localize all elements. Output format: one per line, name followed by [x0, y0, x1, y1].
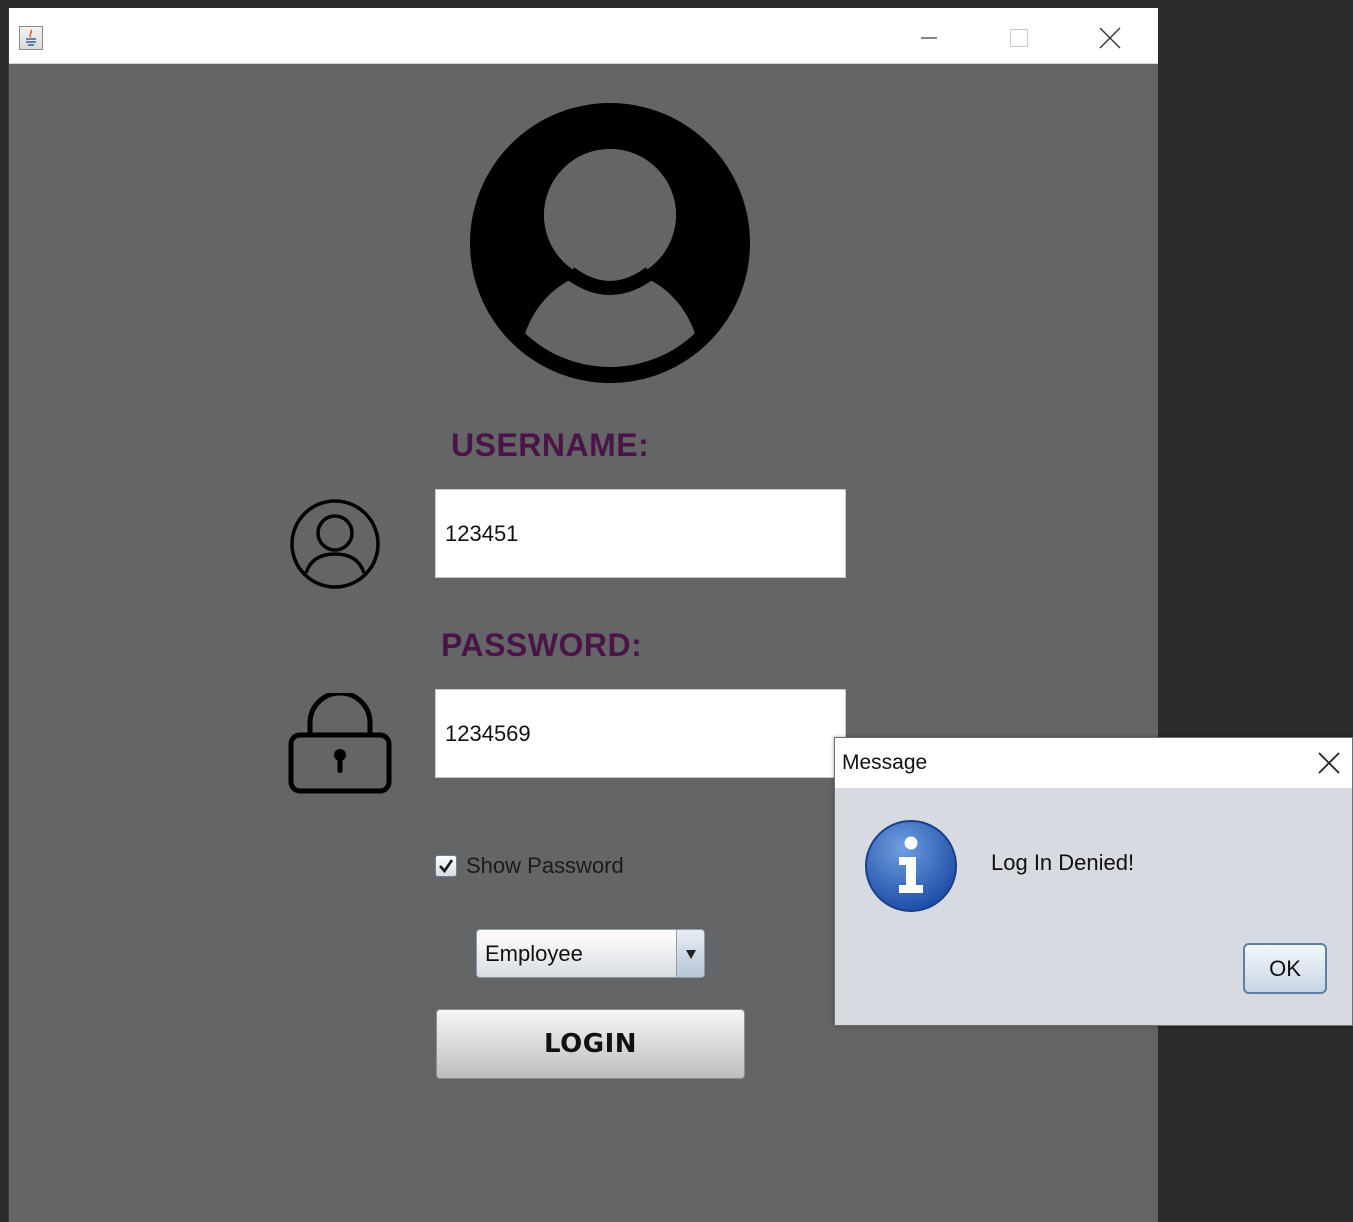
password-label: PASSWORD: — [441, 627, 643, 663]
dialog-title: Message — [842, 751, 928, 774]
username-input[interactable]: 123451 — [435, 489, 846, 578]
window-titlebar — [9, 8, 1158, 64]
dialog-titlebar: Message — [835, 738, 1352, 788]
close-icon[interactable] — [1316, 750, 1342, 776]
check-icon — [439, 859, 454, 874]
message-dialog: Message Log In Denied! OK — [834, 737, 1353, 1026]
maximize-icon[interactable] — [996, 18, 1042, 58]
java-icon[interactable] — [19, 26, 43, 50]
role-select[interactable]: Employee — [476, 929, 705, 978]
show-password-label[interactable]: Show Password — [466, 853, 624, 879]
user-circle-icon — [290, 499, 380, 589]
password-input[interactable]: 1234569 — [435, 689, 846, 778]
info-icon — [865, 820, 957, 912]
lock-icon — [288, 693, 392, 794]
show-password-row[interactable]: Show Password — [435, 853, 624, 879]
show-password-checkbox[interactable] — [435, 855, 457, 877]
login-button[interactable]: LOGIN — [436, 1009, 745, 1079]
ok-button[interactable]: OK — [1243, 943, 1327, 994]
dialog-message: Log In Denied! — [991, 850, 1135, 875]
chevron-down-icon[interactable] — [676, 930, 704, 977]
username-label: USERNAME: — [451, 427, 650, 463]
minimize-icon[interactable] — [906, 18, 952, 58]
role-selected-value: Employee — [485, 941, 583, 966]
close-icon[interactable] — [1087, 18, 1133, 58]
user-avatar-icon — [470, 103, 750, 383]
